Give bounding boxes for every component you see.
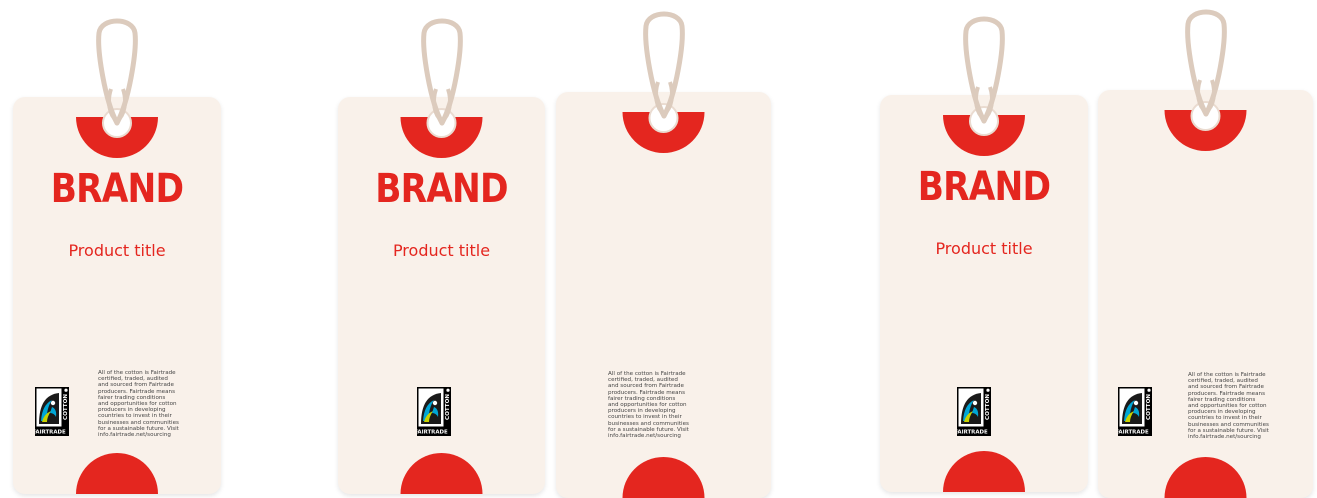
- bottom-half-circle: [943, 451, 1025, 492]
- brand-name: BRAND: [375, 166, 508, 212]
- string-loop: [642, 11, 685, 119]
- product-title: Product title: [392, 241, 491, 260]
- bottom-half-circle: [622, 457, 705, 498]
- fairtrade-cotton-logo: FAIRTRADE COTTON: [35, 387, 69, 436]
- string-loop: [963, 16, 1005, 124]
- string-loop: [420, 18, 463, 126]
- svg-text:FAIRTRADE: FAIRTRADE: [35, 430, 66, 436]
- product-title: Product title: [68, 241, 166, 260]
- tag-5: FAIRTRADE COTTON All of the cotton is Fair…: [1098, 90, 1313, 498]
- bottom-half-circle: [76, 453, 158, 494]
- string-loop: [1184, 9, 1227, 117]
- tag-2: BRAND Product title FAIRTRADE COTTON: [338, 97, 545, 494]
- bottom-half-circle: [1164, 457, 1247, 498]
- brand-name: BRAND: [917, 164, 1051, 210]
- fairtrade-cotton-logo: FAIRTRADE COTTON: [417, 387, 451, 436]
- product-title: Product title: [935, 239, 1033, 258]
- svg-text:FAIRTRADE: FAIRTRADE: [417, 430, 448, 436]
- svg-text:COTTON: COTTON: [445, 394, 451, 420]
- fairtrade-cotton-logo: FAIRTRADE COTTON: [957, 387, 991, 436]
- svg-text:FAIRTRADE: FAIRTRADE: [1118, 430, 1149, 436]
- fairtrade-statement: All of the cotton is Fairtrade certified…: [98, 370, 179, 439]
- tag-3: All of the cotton is Fairtrade certified…: [556, 92, 771, 498]
- tag-1: BRAND Product title FAIRTRADE COTTON All of …: [13, 97, 221, 494]
- hang-tag-mockups: BRAND Product title FAIRTRADE COTTON All of …: [0, 0, 1317, 498]
- svg-text:COTTON: COTTON: [985, 394, 991, 420]
- svg-text:COTTON: COTTON: [1146, 394, 1152, 420]
- fairtrade-cotton-logo: FAIRTRADE COTTON: [1118, 387, 1152, 436]
- brand-name: BRAND: [50, 166, 184, 212]
- tag-4: BRAND Product title FAIRTRADE COTTON: [880, 95, 1088, 492]
- fairtrade-statement: All of the cotton is Fairtrade certified…: [1188, 372, 1269, 441]
- string-loop: [96, 18, 138, 126]
- svg-text:COTTON: COTTON: [63, 394, 69, 420]
- bottom-half-circle: [400, 453, 483, 494]
- fairtrade-statement: All of the cotton is Fairtrade certified…: [608, 371, 689, 440]
- svg-text:FAIRTRADE: FAIRTRADE: [957, 430, 988, 436]
